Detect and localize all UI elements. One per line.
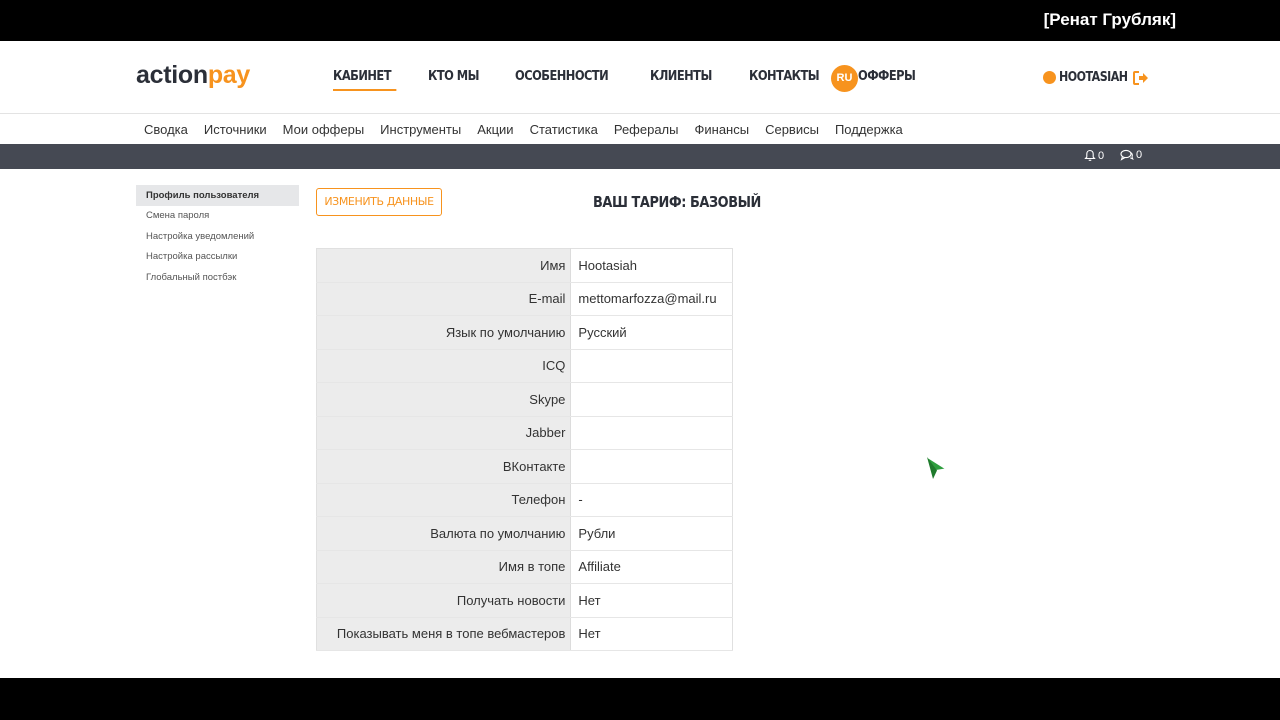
language-switch-button[interactable]: RU [831,65,858,92]
video-bottom-bar [0,678,1280,720]
row-label: Язык по умолчанию [316,315,572,350]
table-row: ВКонтакте [316,449,733,484]
row-label: Имя [316,248,572,283]
table-row: Имя в топе Affiliate [316,550,733,584]
row-label: Skype [316,382,572,417]
sub-nav-item-tools[interactable]: Инструменты [380,122,461,137]
table-row: E-mail mettomarfozza@mail.ru [316,282,733,316]
sidebar-item-global-postback[interactable]: Глобальный постбэк [136,268,299,289]
sidebar-item-notification-settings[interactable]: Настройка уведомлений [136,227,299,248]
logo-pay: pay [207,61,251,89]
sub-nav-item-sources[interactable]: Источники [204,122,267,137]
row-value: Нет [570,583,733,618]
main-nav-item-features[interactable]: ОСОБЕННОСТИ [515,69,609,84]
sub-nav-item-support[interactable]: Поддержка [835,122,903,137]
sub-nav-item-referrals[interactable]: Рефералы [614,122,679,137]
row-value [570,349,733,383]
row-value [570,416,733,450]
watermark: [Ренат Грубляк] [1043,10,1176,29]
row-label: E-mail [316,282,572,316]
chat-icon [1120,149,1134,161]
main-nav-item-cabinet[interactable]: КАБИНЕТ [333,69,397,91]
username: HOOTASIAH [1059,70,1128,85]
logout-icon[interactable] [1133,71,1149,85]
sub-nav-item-promos[interactable]: Акции [477,122,513,137]
profile-table: Имя Hootasiah E-mail mettomarfozza@mail.ru… [316,248,733,651]
row-value: mettomarfozza@mail.ru [570,282,733,316]
header: actionpay КАБИНЕТ КТО МЫ ОСОБЕННОСТИ КЛИ… [0,41,1280,114]
video-top-bar: [Ренат Грубляк] [0,0,1280,41]
mouse-cursor-icon [925,455,948,481]
row-label: Показывать меня в топе вебмастеров [316,617,572,651]
sub-nav: Сводка Источники Мои офферы Инструменты … [144,122,919,137]
logo[interactable]: actionpay [136,61,250,90]
status-bar: 0 0 [0,144,1280,169]
sub-nav-item-finance[interactable]: Финансы [695,122,750,137]
row-value [570,449,733,484]
table-row: Skype [316,382,733,417]
main-nav: КАБИНЕТ КТО МЫ ОСОБЕННОСТИ КЛИЕНТЫ КОНТА… [333,69,952,91]
table-row: Телефон - [316,483,733,517]
bell-icon [1084,149,1096,162]
main-nav-item-about[interactable]: КТО МЫ [428,69,479,84]
sidebar: Профиль пользователя Смена пароля Настро… [136,185,299,288]
edit-profile-button[interactable]: ИЗМЕНИТЬ ДАННЫЕ [316,188,442,216]
row-label: Телефон [316,483,572,517]
main-nav-item-contacts[interactable]: КОНТАКТЫ [749,69,820,84]
row-value: - [570,483,733,517]
table-row: Язык по умолчанию Русский [316,315,733,350]
sub-nav-item-summary[interactable]: Сводка [144,122,188,137]
notifications-button[interactable]: 0 [1084,149,1104,162]
row-value: Affiliate [570,550,733,584]
messages-button[interactable]: 0 [1120,149,1142,161]
table-row: Имя Hootasiah [316,248,733,283]
table-row: Валюта по умолчанию Рубли [316,516,733,551]
table-row: Получать новости Нет [316,583,733,618]
row-label: ВКонтакте [316,449,572,484]
main-nav-item-clients[interactable]: КЛИЕНТЫ [650,69,712,84]
notifications-count: 0 [1098,149,1105,162]
table-row: ICQ [316,349,733,383]
sidebar-item-change-password[interactable]: Смена пароля [136,206,299,227]
row-value [570,382,733,417]
row-label: Валюта по умолчанию [316,516,572,551]
sub-nav-item-statistics[interactable]: Статистика [530,122,598,137]
user-menu[interactable]: HOOTASIAH [1043,70,1140,85]
messages-count: 0 [1136,149,1143,161]
row-value: Русский [570,315,733,350]
sub-nav-item-services[interactable]: Сервисы [765,122,819,137]
row-label: Имя в топе [316,550,572,584]
row-label: ICQ [316,349,572,383]
row-label: Jabber [316,416,572,450]
user-status-dot-icon [1043,71,1056,84]
table-row: Jabber [316,416,733,450]
sub-nav-item-my-offers[interactable]: Мои офферы [283,122,365,137]
row-value: Hootasiah [570,248,733,283]
row-label: Получать новости [316,583,572,618]
row-value: Рубли [570,516,733,551]
main-nav-item-offers[interactable]: ОФФЕРЫ [858,69,916,84]
sidebar-item-mailing-settings[interactable]: Настройка рассылки [136,247,299,268]
sidebar-item-profile[interactable]: Профиль пользователя [136,185,299,206]
logo-action: action [136,61,208,89]
table-row: Показывать меня в топе вебмастеров Нет [316,617,733,651]
page: actionpay КАБИНЕТ КТО МЫ ОСОБЕННОСТИ КЛИ… [0,41,1280,678]
row-value: Нет [570,617,733,651]
tariff-title: ВАШ ТАРИФ: БАЗОВЫЙ [593,193,761,211]
